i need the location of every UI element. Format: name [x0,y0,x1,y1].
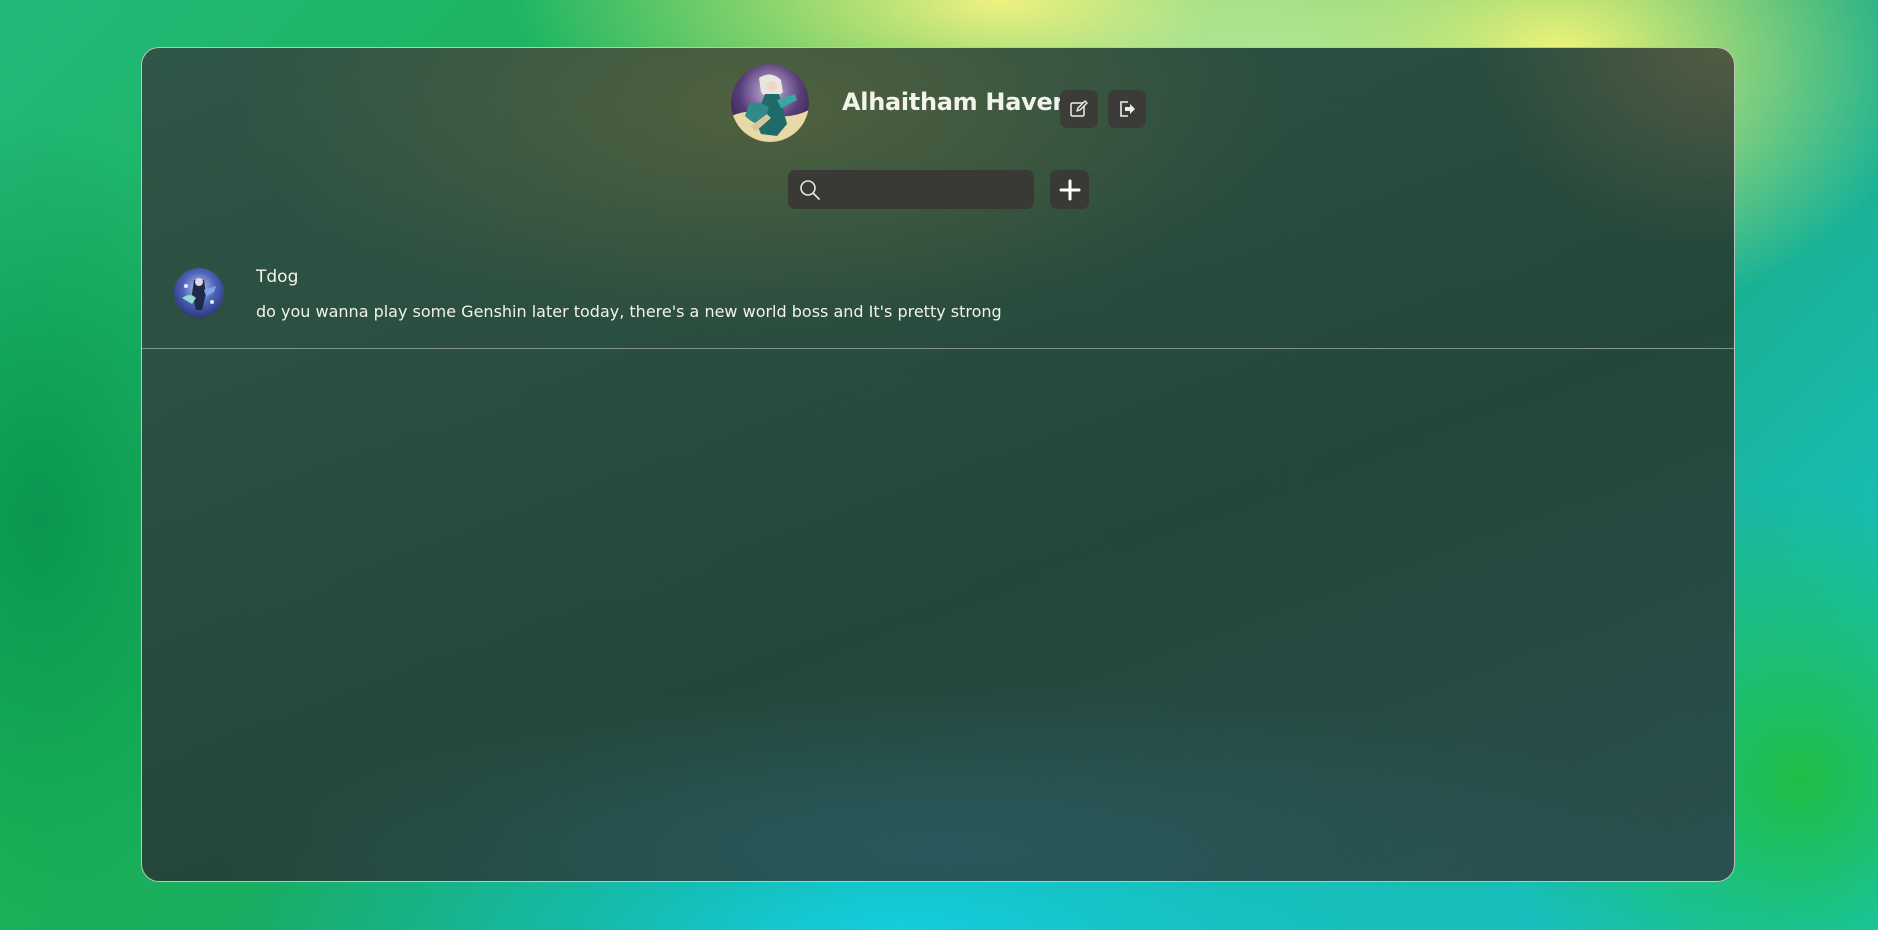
user-avatar-image [731,64,809,142]
add-chat-button[interactable] [1050,170,1089,209]
contact-name: Tdog [256,267,299,287]
last-message-preview: do you wanna play some Genshin later tod… [256,302,1002,321]
contact-avatar-image [174,268,224,318]
chat-app-window: Alhaitham Haver Tdog do you wanna play s… [141,47,1735,882]
contact-avatar [174,268,224,318]
search-bar[interactable] [788,170,1034,211]
logout-button[interactable] [1108,90,1146,128]
search-icon [800,180,820,200]
plus-icon [1059,179,1080,200]
user-name: Alhaitham Haver [842,88,1064,116]
logout-icon [1120,101,1135,117]
chat-list-item[interactable]: Tdog do you wanna play some Genshin late… [142,253,1734,349]
edit-profile-button[interactable] [1060,90,1098,128]
user-avatar[interactable] [731,64,809,142]
search-input[interactable] [830,170,1030,211]
profile-header: Alhaitham Haver [142,48,1734,168]
edit-icon [1070,100,1088,117]
